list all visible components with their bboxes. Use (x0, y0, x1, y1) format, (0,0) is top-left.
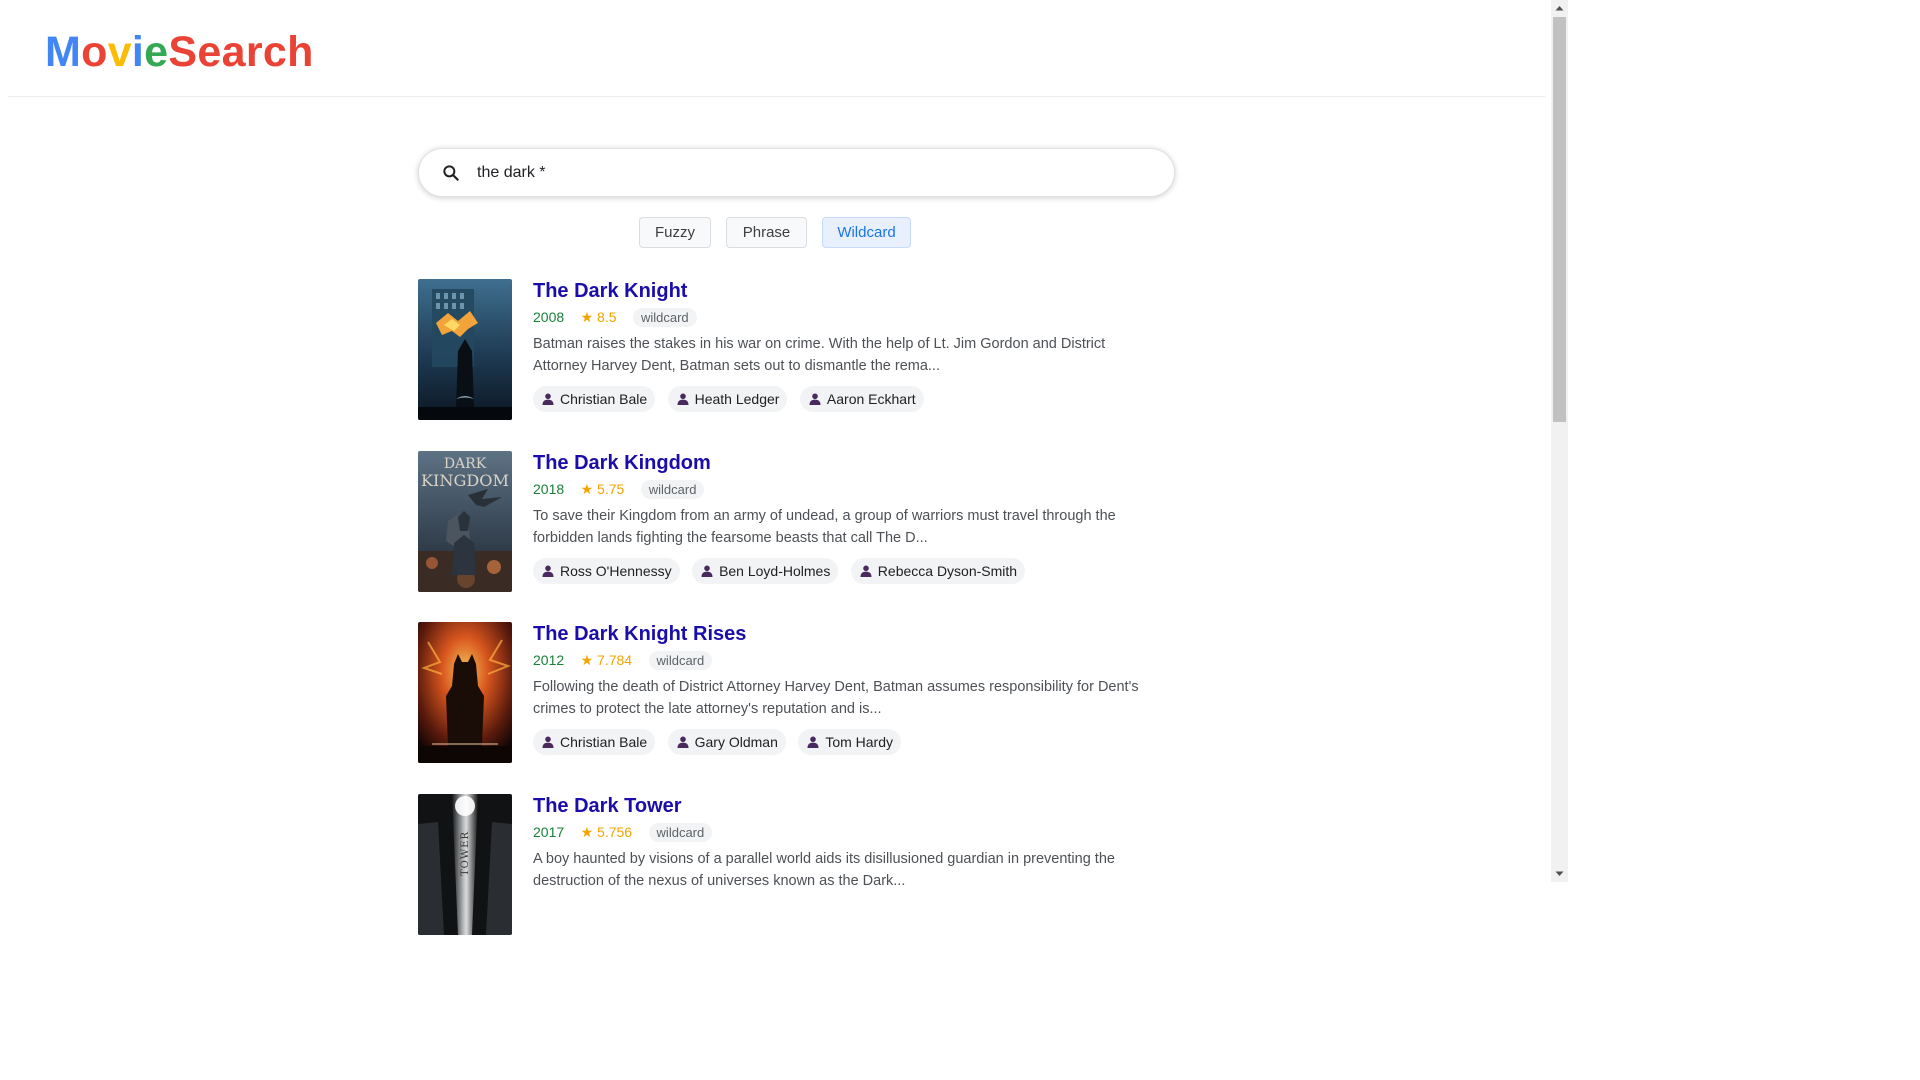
movie-title-link[interactable]: The Dark Tower (533, 794, 682, 818)
movie-rating: ★ 5.75 (580, 481, 625, 497)
movie-year: 2012 (533, 652, 565, 668)
cast-chip[interactable]: Christian Bale (533, 729, 656, 755)
search-bar[interactable] (418, 148, 1175, 197)
mode-wildcard-button[interactable]: Wildcard (822, 217, 911, 248)
cast-name: Ross O'Hennessy (560, 563, 672, 579)
mode-fuzzy-button[interactable]: Fuzzy (639, 217, 711, 248)
header: MovieSearch (8, 0, 1545, 97)
movie-rating: ★ 8.5 (580, 309, 617, 325)
cast-chip[interactable]: Gary Oldman (667, 729, 786, 755)
person-icon (542, 565, 554, 577)
cast-name: Rebecca Dyson-Smith (877, 563, 1018, 579)
cast-name: Christian Bale (560, 391, 648, 407)
movie-description: Batman raises the stakes in his war on c… (533, 336, 1106, 374)
movie-meta: 2017 ★ 5.756 wildcard (533, 822, 713, 842)
movie-meta: 2008 ★ 8.5 wildcard (533, 307, 697, 327)
search-icon[interactable] (441, 163, 461, 183)
logo-letter: M (45, 28, 82, 76)
match-type-badge: wildcard (640, 479, 705, 499)
match-type-badge: wildcard (632, 307, 697, 327)
logo-letter: S (168, 28, 198, 76)
result-item: The Dark Knight 2008 ★ 8.5 wildcard Batm… (418, 279, 1158, 420)
cast-name: Aaron Eckhart (826, 391, 916, 407)
movie-description: Following the death of District Attorney… (533, 679, 1139, 717)
search-input[interactable] (477, 159, 1137, 187)
movie-year: 2017 (533, 824, 565, 840)
cast-list: Christian Bale Gary Oldman Tom Hardy (533, 729, 909, 755)
person-icon (701, 565, 713, 577)
result-item: TOWER The Dark Tower 2017 ★ 5.756 wildca… (418, 794, 1158, 935)
movie-rating: ★ 5.756 (580, 824, 633, 840)
movie-poster[interactable] (418, 279, 512, 420)
logo[interactable]: MovieSearch (45, 29, 314, 75)
cast-chip[interactable]: Heath Ledger (667, 386, 788, 412)
scroll-up-arrow-icon[interactable] (1551, 0, 1568, 17)
scrollbar-thumb[interactable] (1553, 17, 1566, 422)
poster-text: KINGDOM (421, 471, 509, 490)
person-icon (542, 393, 554, 405)
movie-meta: 2018 ★ 5.75 wildcard (533, 479, 705, 499)
movie-title-link[interactable]: The Dark Knight (533, 279, 687, 303)
poster-text: TOWER (460, 831, 471, 876)
page: MovieSearch Fuzzy Phrase Wildcard (0, 0, 1568, 935)
scroll-down-arrow-icon[interactable] (1551, 865, 1568, 882)
movie-rating: ★ 7.784 (580, 652, 633, 668)
logo-letter: r (245, 28, 263, 76)
cast-name: Tom Hardy (825, 734, 893, 750)
logo-letter: o (81, 28, 108, 76)
logo-letter: e (197, 28, 222, 76)
person-icon (860, 565, 872, 577)
movie-description: To save their Kingdom from an army of un… (533, 508, 1116, 546)
cast-chip[interactable]: Tom Hardy (798, 729, 901, 755)
movie-poster[interactable]: TOWER (418, 794, 512, 935)
movie-meta: 2012 ★ 7.784 wildcard (533, 650, 713, 670)
result-item: The Dark Knight Rises 2012 ★ 7.784 wildc… (418, 622, 1158, 763)
cast-name: Gary Oldman (694, 734, 778, 750)
movie-title-link[interactable]: The Dark Knight Rises (533, 622, 746, 646)
logo-letter: v (107, 28, 132, 76)
scrollbar[interactable] (1551, 0, 1568, 882)
cast-name: Heath Ledger (694, 391, 780, 407)
person-icon (807, 736, 819, 748)
cast-name: Ben Loyd-Holmes (719, 563, 831, 579)
result-item: DARK KINGDOM The Dark Kingdom 2018 ★ 5.7… (418, 451, 1158, 592)
movie-year: 2008 (533, 309, 565, 325)
cast-chip[interactable]: Rebecca Dyson-Smith (850, 558, 1026, 584)
logo-letter: i (131, 28, 145, 76)
logo-letter: a (221, 28, 246, 76)
logo-letter: c (262, 28, 288, 76)
person-icon (677, 736, 689, 748)
poster-text: DARK (444, 456, 487, 472)
movie-poster[interactable]: DARK KINGDOM (418, 451, 512, 592)
movie-title-link[interactable]: The Dark Kingdom (533, 451, 711, 475)
search-mode-group: Fuzzy Phrase Wildcard (0, 217, 1568, 248)
cast-chip[interactable]: Ben Loyd-Holmes (692, 558, 839, 584)
person-icon (809, 393, 821, 405)
movie-poster[interactable] (418, 622, 512, 763)
cast-chip[interactable]: Christian Bale (533, 386, 656, 412)
cast-list: Ross O'Hennessy Ben Loyd-Holmes Rebecca … (533, 558, 1033, 584)
cast-list: Christian Bale Heath Ledger Aaron Eckhar… (533, 386, 932, 412)
person-icon (542, 736, 554, 748)
match-type-badge: wildcard (648, 650, 713, 670)
mode-phrase-button[interactable]: Phrase (726, 217, 807, 248)
movie-year: 2018 (533, 481, 565, 497)
cast-chip[interactable]: Aaron Eckhart (799, 386, 924, 412)
match-type-badge: wildcard (648, 822, 713, 842)
cast-name: Christian Bale (560, 734, 648, 750)
movie-description: A boy haunted by visions of a parallel w… (533, 851, 1115, 889)
logo-letter: h (287, 28, 314, 76)
logo-letter: e (144, 28, 169, 76)
cast-chip[interactable]: Ross O'Hennessy (533, 558, 680, 584)
person-icon (677, 393, 689, 405)
